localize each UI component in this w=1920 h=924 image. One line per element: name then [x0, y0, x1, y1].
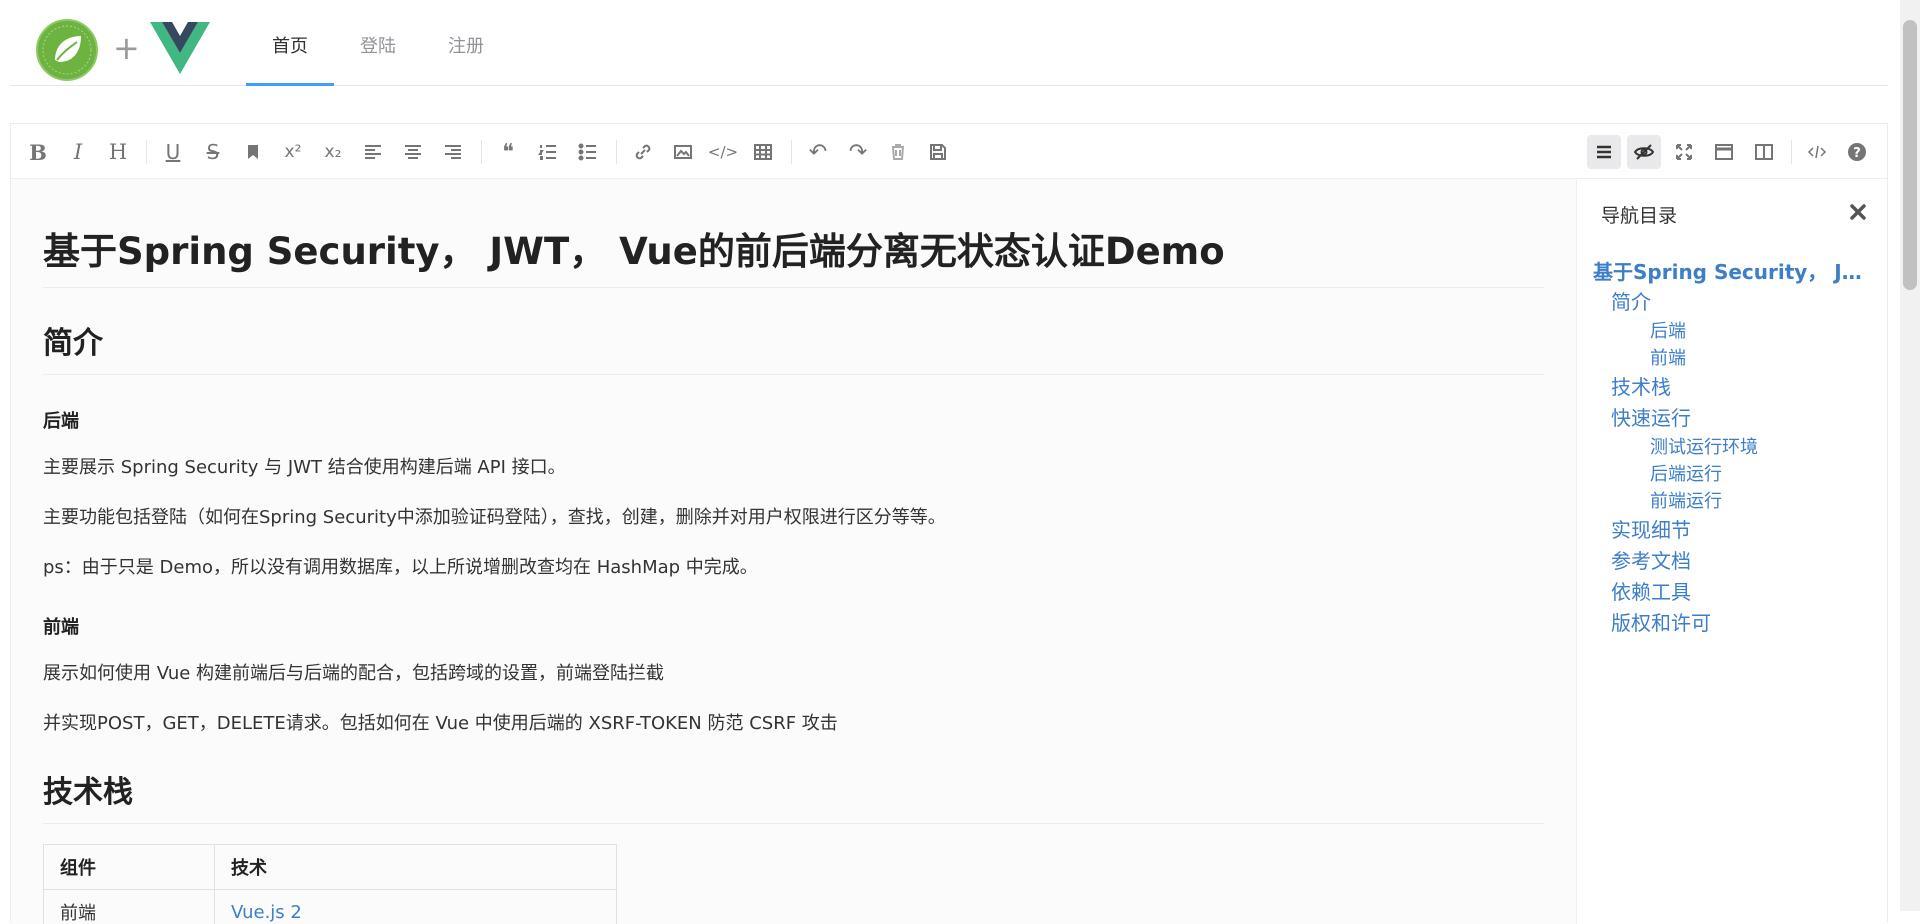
toc-panel: 导航目录 基于Spring Security， JWT， Vue的前后端分离无状…: [1576, 179, 1887, 924]
backend-paragraph-3: ps：由于只是 Demo，所以没有调用数据库，以上所说增删改查均在 HashMa…: [43, 555, 1544, 581]
align-right-icon[interactable]: [436, 135, 470, 169]
editor-toolbar: B I H U S x² x₂ ❝ </> ↶ ↷ ?: [11, 124, 1887, 179]
svg-text:?: ?: [1853, 146, 1861, 161]
nav-item-home[interactable]: 首页: [246, 0, 334, 86]
toc-item[interactable]: 实现细节: [1593, 515, 1878, 546]
preview-toggle-icon[interactable]: [1627, 135, 1661, 169]
bold-icon[interactable]: B: [21, 135, 55, 169]
scrollbar-thumb[interactable]: [1903, 20, 1917, 290]
page-scrollbar[interactable]: [1900, 0, 1920, 911]
code-icon[interactable]: </>: [706, 135, 740, 169]
toc-list: 基于Spring Security， JWT， Vue的前后端分离无状态认证De…: [1593, 257, 1878, 639]
toc-item[interactable]: 测试运行环境: [1593, 434, 1878, 461]
superscript-icon[interactable]: x²: [276, 135, 310, 169]
toc-item[interactable]: 简介: [1593, 287, 1878, 318]
toolbar-divider: [481, 140, 482, 164]
table-row: 前端 Vue.js 2: [44, 890, 617, 924]
save-icon[interactable]: [921, 135, 955, 169]
nav-item-login[interactable]: 登陆: [334, 0, 422, 86]
toc-item[interactable]: 后端: [1593, 318, 1878, 345]
table-cell: 前端: [44, 890, 215, 924]
html-code-icon[interactable]: [1800, 135, 1834, 169]
table-header-cell: 组件: [44, 845, 215, 890]
subscript-icon[interactable]: x₂: [316, 135, 350, 169]
backend-paragraph-1: 主要展示 Spring Security 与 JWT 结合使用构建后端 API …: [43, 455, 1544, 481]
help-icon[interactable]: ?: [1840, 135, 1874, 169]
markdown-editor: B I H U S x² x₂ ❝ </> ↶ ↷ ?: [10, 123, 1888, 923]
toc-item[interactable]: 前端: [1593, 345, 1878, 372]
table-icon[interactable]: [746, 135, 780, 169]
toc-item[interactable]: 技术栈: [1593, 372, 1878, 403]
main-nav: 首页 登陆 注册: [246, 0, 510, 86]
toolbar-divider: [616, 140, 617, 164]
toolbar-divider: [1791, 140, 1792, 164]
navigation-icon[interactable]: [1587, 135, 1621, 169]
table-header-row: 组件 技术: [44, 845, 617, 890]
italic-icon[interactable]: I: [61, 135, 95, 169]
toc-item[interactable]: 依赖工具: [1593, 577, 1878, 608]
toc-item[interactable]: 前端运行: [1593, 488, 1878, 515]
quote-icon[interactable]: ❝: [491, 135, 525, 169]
image-icon[interactable]: [666, 135, 700, 169]
toc-item[interactable]: 快速运行: [1593, 403, 1878, 434]
toc-item[interactable]: 参考文档: [1593, 546, 1878, 577]
subheading-frontend: 前端: [43, 613, 1544, 639]
trash-icon[interactable]: [881, 135, 915, 169]
bookmark-icon[interactable]: [236, 135, 270, 169]
nav-item-register[interactable]: 注册: [422, 0, 510, 86]
link-icon[interactable]: [626, 135, 660, 169]
top-header: + 首页 登陆 注册: [10, 0, 1888, 86]
redo-icon[interactable]: ↷: [841, 135, 875, 169]
vue-logo-icon[interactable]: [150, 22, 210, 74]
section-heading-intro: 简介: [43, 318, 1544, 375]
plus-sign: +: [113, 28, 140, 68]
close-icon[interactable]: [1847, 201, 1869, 223]
align-center-icon[interactable]: [396, 135, 430, 169]
toolbar-divider: [791, 140, 792, 164]
subheading-backend: 后端: [43, 407, 1544, 433]
toolbar-divider: [146, 140, 147, 164]
backend-paragraph-2: 主要功能包括登陆（如何在Spring Security中添加验证码登陆），查找，…: [43, 505, 1544, 531]
underline-icon[interactable]: U: [156, 135, 190, 169]
split-view-icon[interactable]: [1747, 135, 1781, 169]
spring-logo-icon[interactable]: [35, 18, 99, 82]
doc-title: 基于Spring Security， JWT， Vue的前后端分离无状态认证De…: [43, 221, 1544, 288]
ordered-list-icon[interactable]: [531, 135, 565, 169]
frontend-paragraph-2: 并实现POST，GET，DELETE请求。包括如何在 Vue 中使用后端的 XS…: [43, 711, 1544, 737]
section-heading-tech: 技术栈: [43, 767, 1544, 824]
fullscreen-icon[interactable]: [1667, 135, 1701, 169]
heading-icon[interactable]: H: [101, 135, 135, 169]
tech-stack-table: 组件 技术 前端 Vue.js 2: [43, 844, 617, 924]
markdown-preview: 基于Spring Security， JWT， Vue的前后端分离无状态认证De…: [11, 179, 1576, 924]
toc-item[interactable]: 后端运行: [1593, 461, 1878, 488]
undo-icon[interactable]: ↶: [801, 135, 835, 169]
strikethrough-icon[interactable]: S: [196, 135, 230, 169]
unordered-list-icon[interactable]: [571, 135, 605, 169]
table-cell-link[interactable]: Vue.js 2: [215, 890, 617, 924]
toc-item[interactable]: 基于Spring Security， JWT， Vue的前后端分离无状态认证De…: [1593, 257, 1878, 287]
toc-item[interactable]: 版权和许可: [1593, 608, 1878, 639]
table-header-cell: 技术: [215, 845, 617, 890]
frontend-paragraph-1: 展示如何使用 Vue 构建前端后与后端的配合，包括跨域的设置，前端登陆拦截: [43, 661, 1544, 687]
window-icon[interactable]: [1707, 135, 1741, 169]
toc-title: 导航目录: [1601, 201, 1677, 228]
align-left-icon[interactable]: [356, 135, 390, 169]
